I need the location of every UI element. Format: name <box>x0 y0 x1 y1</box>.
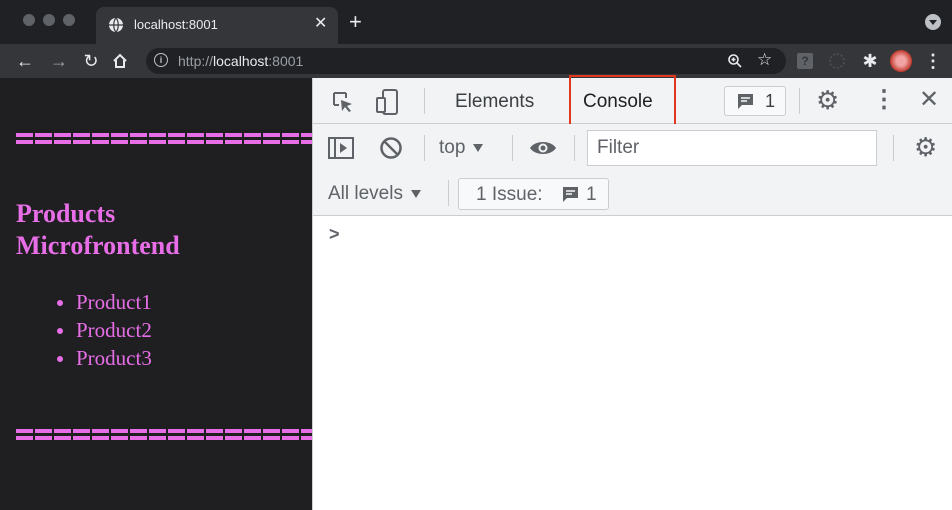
web-page: ProductsMicrofrontend Product1 Product2 … <box>0 78 312 510</box>
toolbar-divider <box>574 135 575 161</box>
bookmark-star-icon[interactable]: ☆ <box>757 50 772 70</box>
browser-toolbar: ← → ↻ i http://localhost:8001 ☆ ? ✱ ⋮ <box>0 44 952 78</box>
back-icon[interactable]: ← <box>14 50 36 72</box>
avatar[interactable] <box>890 50 912 72</box>
toolbar-divider <box>799 88 800 114</box>
live-expression-eye-icon[interactable] <box>529 139 557 157</box>
settings-gear-icon[interactable]: ⚙ <box>816 86 839 114</box>
toolbar-divider <box>424 88 425 114</box>
new-tab-icon[interactable]: + <box>349 11 362 33</box>
issues-button[interactable]: 1 Issue: 1 <box>458 178 609 210</box>
issues-label: 1 Issue: <box>476 184 543 205</box>
extension-help-icon[interactable]: ? <box>797 53 813 69</box>
globe-icon <box>109 17 123 33</box>
tab-elements[interactable]: Elements <box>455 91 534 113</box>
extensions-puzzle-icon[interactable]: ✱ <box>859 50 881 72</box>
issues-count: 1 <box>586 184 597 205</box>
url-text: http://localhost:8001 <box>178 53 304 69</box>
reload-icon[interactable]: ↻ <box>80 50 102 72</box>
divider-bottom <box>16 429 312 443</box>
list-item: Product2 <box>76 316 152 344</box>
messages-count: 1 <box>765 91 776 111</box>
messages-counter-button[interactable]: 1 <box>724 86 786 116</box>
clear-console-icon[interactable] <box>379 136 403 160</box>
zoom-icon[interactable] <box>727 53 743 69</box>
info-icon[interactable]: i <box>154 53 168 67</box>
log-levels-dropdown[interactable]: All levels <box>328 183 421 205</box>
dropdown-caret-icon <box>410 189 421 198</box>
filter-input[interactable] <box>587 130 877 166</box>
inspect-element-icon[interactable] <box>331 90 355 114</box>
browser-tab[interactable]: localhost:8001 ✕ <box>96 7 338 44</box>
close-window-button[interactable] <box>23 14 35 26</box>
list-item: Product3 <box>76 344 152 372</box>
list-item: Product1 <box>76 288 152 316</box>
close-devtools-icon[interactable]: ✕ <box>919 87 939 113</box>
forward-icon[interactable]: → <box>48 50 70 72</box>
address-bar[interactable]: i http://localhost:8001 ☆ <box>146 48 786 74</box>
zoom-window-button[interactable] <box>63 14 75 26</box>
message-icon <box>738 94 753 109</box>
toolbar-divider <box>893 135 894 161</box>
devtools-panel: Elements Console 1 ⚙ ⋮ ✕ top ⚙ All level… <box>312 75 952 510</box>
console-prompt[interactable]: > <box>329 224 340 245</box>
context-selector[interactable]: top <box>439 137 484 159</box>
more-options-icon[interactable]: ⋮ <box>872 87 896 113</box>
sidebar-toggle-icon[interactable] <box>328 137 354 159</box>
device-toolbar-icon[interactable] <box>375 88 401 116</box>
toolbar-divider <box>512 135 513 161</box>
tab-strip: localhost:8001 ✕ + <box>0 0 952 44</box>
extension-icon[interactable] <box>829 53 845 69</box>
toolbar-divider <box>424 135 425 161</box>
tab-title: localhost:8001 <box>134 17 218 32</box>
dropdown-caret-icon <box>473 143 484 152</box>
close-icon[interactable]: ✕ <box>314 15 327 33</box>
console-settings-gear-icon[interactable]: ⚙ <box>914 133 937 161</box>
tab-search-icon[interactable] <box>925 14 941 30</box>
product-list: Product1 Product2 Product3 <box>36 288 152 372</box>
browser-menu-icon[interactable]: ⋮ <box>922 50 944 72</box>
toolbar-divider <box>448 180 449 206</box>
home-icon[interactable] <box>111 52 129 70</box>
divider-top <box>16 133 312 147</box>
console-tab-highlight <box>569 75 676 126</box>
minimize-window-button[interactable] <box>43 14 55 26</box>
message-icon <box>563 187 578 202</box>
page-title: Products Microfrontend <box>16 199 180 260</box>
